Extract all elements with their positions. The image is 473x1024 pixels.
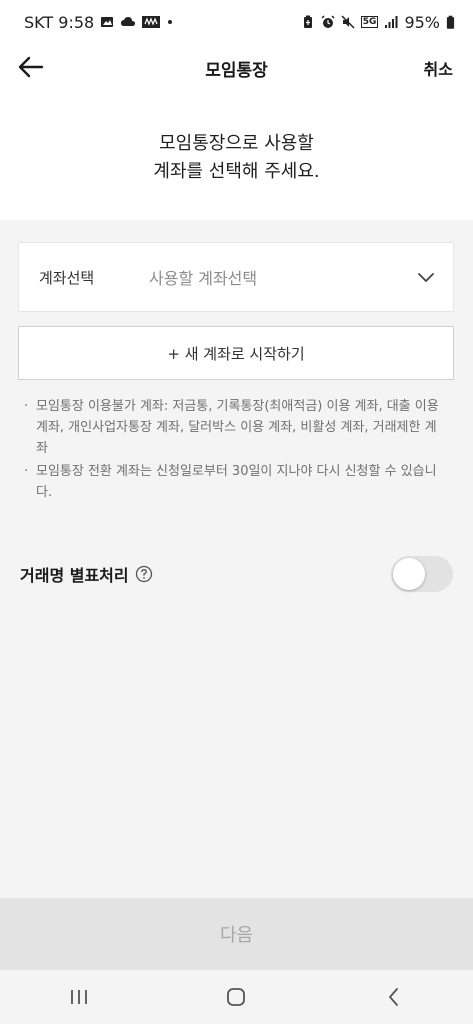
notice-bullet: ·: [24, 399, 29, 414]
battery-icon: [446, 15, 455, 29]
header: 모임통장 취소: [0, 44, 473, 90]
notice-text: 모임통장 이용불가 계좌: 저금통, 기록통장(최애적금) 이용 계좌, 대출 …: [36, 399, 439, 456]
notice-item: · 모임통장 전환 계좌는 신청일로부터 30일이 지나야 다시 신청할 수 있…: [24, 461, 444, 503]
app-icon: [142, 16, 161, 28]
status-bar: SKT 9:58 5G 95%: [0, 0, 473, 44]
toggle-knob: [393, 558, 425, 590]
battery-percent: 95%: [404, 12, 440, 32]
status-left: SKT 9:58: [24, 13, 174, 32]
cloud-icon: [121, 17, 136, 26]
status-right: 5G 95%: [301, 13, 455, 32]
masking-toggle-switch[interactable]: [391, 556, 453, 592]
account-select-dropdown[interactable]: 계좌선택 사용할 계좌선택: [18, 242, 454, 312]
screen: SKT 9:58 5G 95% 모임통장 취소 모임통장으로 사용할 계좌를 선…: [0, 0, 473, 1024]
new-account-button[interactable]: + 새 계좌로 시작하기: [18, 326, 454, 380]
home-button[interactable]: [216, 977, 256, 1017]
mute-icon: [341, 15, 355, 29]
account-select-label: 계좌선택: [39, 268, 95, 287]
notice-list: · 모임통장 이용불가 계좌: 저금통, 기록통장(최애적금) 이용 계좌, 대…: [24, 396, 444, 505]
intro-line-2: 계좌를 선택해 주세요.: [153, 161, 320, 182]
cancel-button[interactable]: 취소: [424, 56, 453, 80]
notice-bullet: ·: [24, 464, 29, 479]
network-5g-icon: 5G: [360, 16, 379, 28]
home-icon: [227, 988, 246, 1006]
next-button[interactable]: 다음: [0, 898, 473, 970]
intro-text: 모임통장으로 사용할 계좌를 선택해 주세요.: [0, 130, 473, 186]
notice-item: · 모임통장 이용불가 계좌: 저금통, 기록통장(최애적금) 이용 계좌, 대…: [24, 396, 444, 459]
alarm-icon: [321, 15, 335, 28]
chevron-left-icon: [389, 988, 399, 1006]
masking-toggle-row: 거래명 별표처리: [20, 554, 453, 594]
masking-toggle-label: 거래명 별표처리: [20, 566, 129, 585]
intro-line-1: 모임통장으로 사용할: [159, 133, 314, 154]
dot-icon: [168, 20, 173, 24]
page-title: 모임통장: [205, 61, 268, 81]
signal-icon: [385, 16, 398, 28]
intro-section: 모임통장으로 사용할 계좌를 선택해 주세요.: [0, 90, 473, 220]
notice-text: 모임통장 전환 계좌는 신청일로부터 30일이 지나야 다시 신청할 수 있습니…: [36, 464, 437, 500]
recent-apps-button[interactable]: [59, 977, 99, 1017]
account-select-placeholder: 사용할 계좌선택: [149, 269, 258, 288]
battery-saver-icon: [303, 15, 312, 28]
help-icon[interactable]: [135, 565, 153, 583]
carrier-time: SKT 9:58: [24, 12, 95, 32]
gallery-icon: [101, 17, 114, 27]
chevron-down-icon: [418, 273, 434, 282]
recent-apps-icon: [70, 990, 87, 1004]
system-nav-bar: [0, 970, 473, 1024]
system-back-button[interactable]: [374, 977, 414, 1017]
